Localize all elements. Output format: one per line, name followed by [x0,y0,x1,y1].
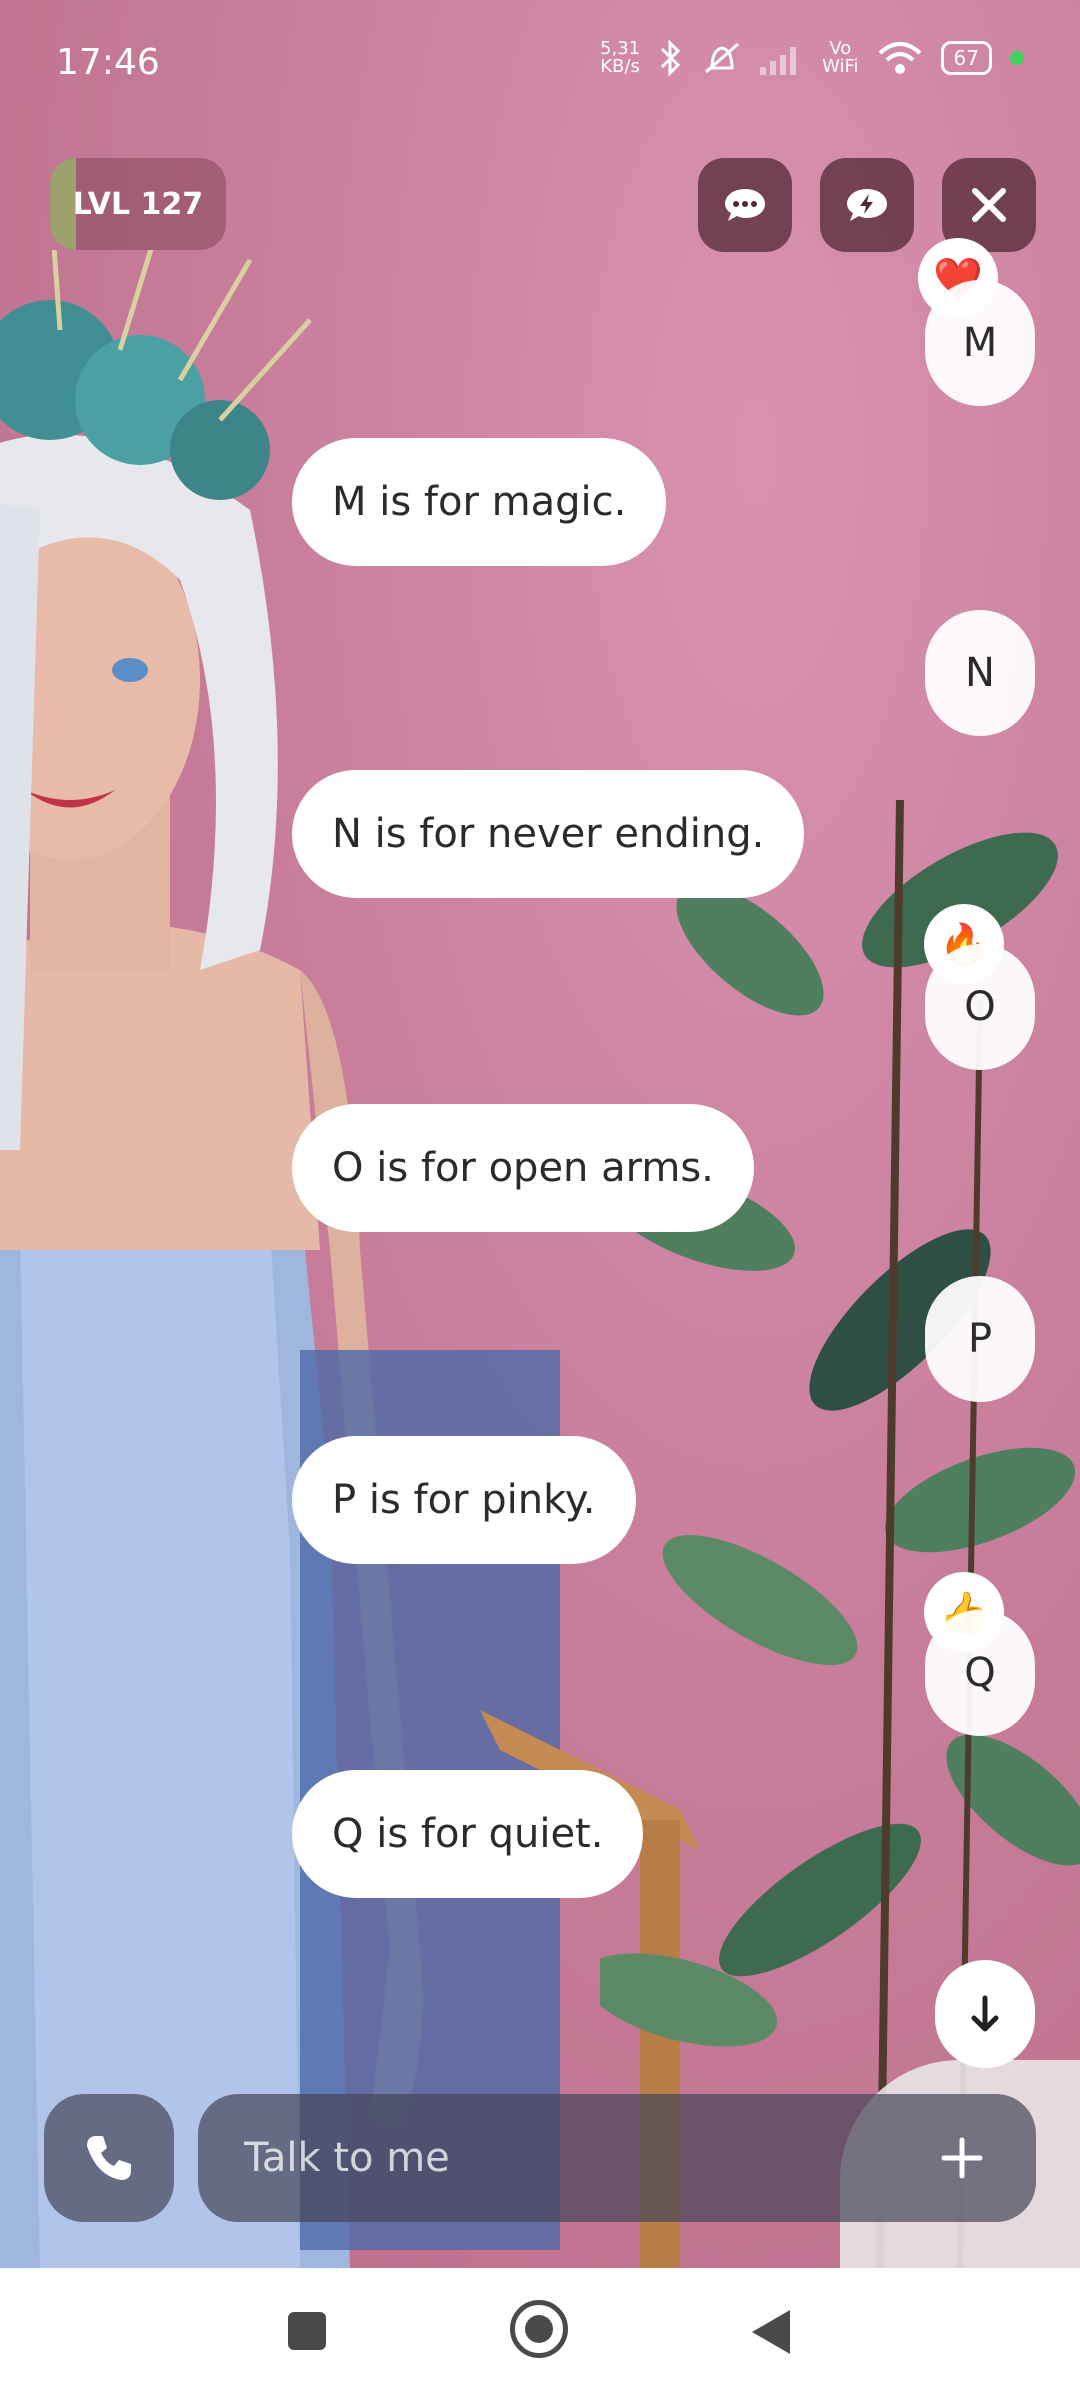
message-input[interactable] [242,2134,932,2182]
battery-indicator: 67 [940,41,992,75]
user-message-n[interactable]: N [925,610,1035,736]
network-speed: 5,31 KB/s [600,40,640,76]
add-attachment-button[interactable] [932,2128,992,2188]
charging-dot [1010,51,1024,65]
signal-icon [760,47,797,75]
bot-message-o[interactable]: O is for open arms. [292,1104,754,1232]
user-message-q[interactable]: Q [925,1610,1035,1736]
level-label: LVL 127 [72,186,204,222]
bot-message-q[interactable]: Q is for quiet. [292,1770,644,1898]
close-icon [972,188,1006,222]
wifi-icon [878,42,921,74]
user-message-o[interactable]: O [925,944,1035,1070]
chat-bubble-icon [725,189,765,221]
mute-icon [705,42,740,74]
bot-message-n[interactable]: N is for never ending. [292,770,805,898]
status-time: 17:46 [56,42,160,83]
bot-message-m[interactable]: M is for magic. [292,438,667,566]
bluetooth-icon [661,40,681,76]
lightning-chat-icon [847,189,887,221]
status-bar: 17:46 5,31 KB/s Vo WiFi 67 [0,0,1080,130]
vowifi-label: Vo WiFi [822,40,858,76]
scroll-down-button[interactable] [935,1960,1035,2068]
quick-reply-button[interactable] [820,158,914,252]
network-speed-unit: KB/s [600,56,640,77]
chat-mode-button[interactable] [698,158,792,252]
plus-icon [941,2137,983,2179]
status-icons: 5,31 KB/s Vo WiFi 67 [600,40,1024,76]
user-message-p[interactable]: P [925,1276,1035,1402]
system-nav-bar [0,2268,1080,2400]
arrow-down-icon [971,1995,999,2032]
home-button[interactable] [510,2300,568,2358]
message-input-container[interactable] [198,2094,1036,2222]
bot-message-p[interactable]: P is for pinky. [292,1436,636,1564]
call-button[interactable] [44,2094,174,2222]
user-message-m[interactable]: M [925,280,1035,406]
back-button[interactable] [752,2310,790,2354]
vowifi-bottom: WiFi [822,56,859,77]
level-badge[interactable]: LVL 127 [50,158,226,250]
recents-button[interactable] [288,2312,326,2350]
phone-icon [87,2136,131,2180]
